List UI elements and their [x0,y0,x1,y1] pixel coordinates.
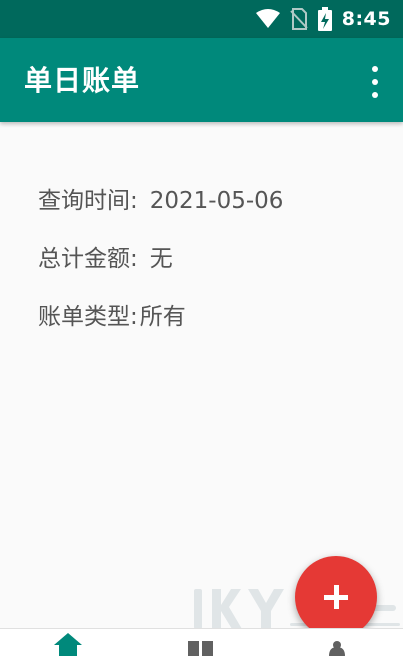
total-amount-row: 总计金额: 无 [38,246,283,304]
status-bar: 8:45 [0,0,403,38]
menu-dot [372,66,378,72]
notifications-icon[interactable] [322,629,352,656]
bill-info: 查询时间: 2021-05-06 总计金额: 无 账单类型:所有 [38,188,283,362]
more-vert-icon[interactable] [367,66,383,98]
bill-type-row: 账单类型:所有 [38,304,283,362]
query-time-value: 2021-05-06 [149,188,284,214]
bottom-nav [0,628,403,656]
battery-charging-icon [317,7,332,31]
dashboard-icon[interactable] [186,629,216,656]
page-title: 单日账单 [24,64,141,97]
plus-icon-vertical [334,585,339,609]
status-time: 8:45 [341,8,391,30]
no-sim-icon [290,8,308,30]
bill-type-label: 账单类型: [38,304,138,330]
total-amount-label: 总计金额: [38,246,138,272]
menu-dot [372,79,378,85]
menu-dot [372,92,378,98]
query-time-row: 查询时间: 2021-05-06 [38,188,283,246]
query-time-label: 查询时间: [38,188,138,214]
wifi-icon [255,9,280,28]
app-bar: 单日账单 [0,38,403,122]
total-amount-value: 无 [149,246,173,272]
add-bill-button[interactable] [295,556,377,638]
home-icon[interactable] [50,629,86,656]
status-icons: 8:45 [255,0,391,38]
bill-type-value: 所有 [139,304,186,330]
